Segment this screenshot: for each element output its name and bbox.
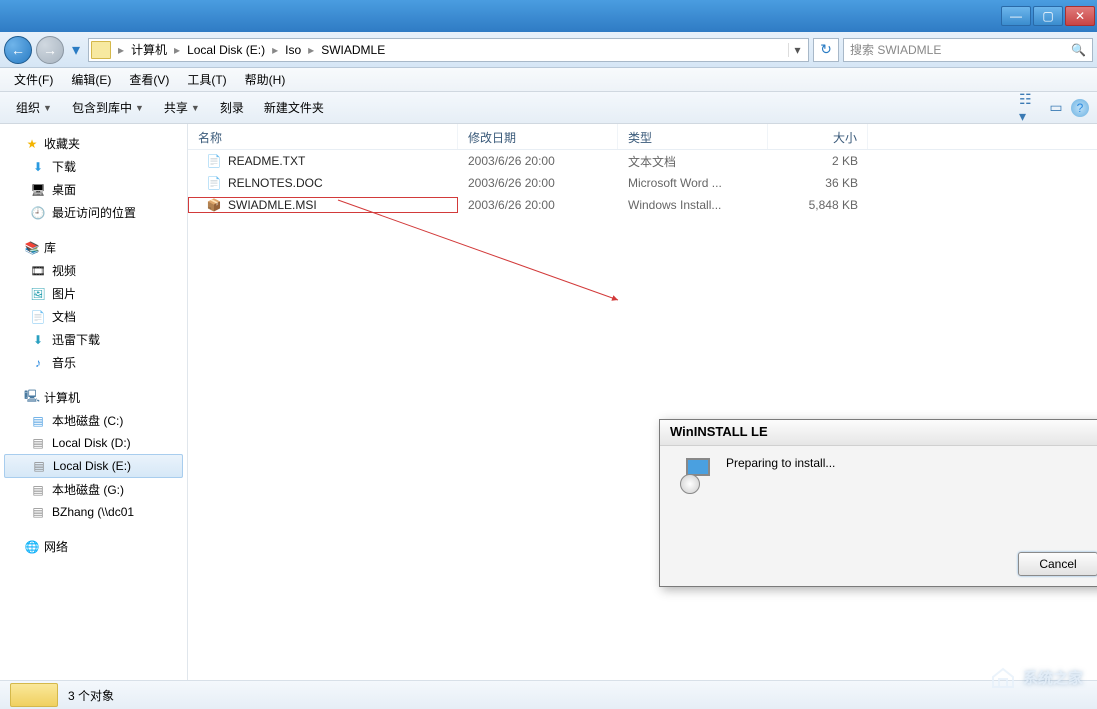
organize-button[interactable]: 组织▼: [8, 96, 60, 119]
download-icon: [30, 159, 46, 175]
tree-drive-e[interactable]: Local Disk (E:): [4, 454, 183, 478]
column-type[interactable]: 类型: [618, 124, 768, 149]
thunder-icon: [30, 332, 46, 348]
breadcrumb-computer[interactable]: 计算机: [127, 41, 171, 58]
watermark: 系统之家: [989, 665, 1083, 689]
history-dropdown[interactable]: ▾: [68, 40, 84, 60]
search-input[interactable]: 搜索 SWIADMLE 🔍: [843, 38, 1093, 62]
back-button[interactable]: ←: [4, 36, 32, 64]
include-library-button[interactable]: 包含到库中▼: [64, 96, 152, 119]
menu-bar: 文件(F) 编辑(E) 查看(V) 工具(T) 帮助(H): [0, 68, 1097, 92]
command-toolbar: 组织▼ 包含到库中▼ 共享▼ 刻录 新建文件夹 ☷ ▾ ▭ ?: [0, 92, 1097, 124]
search-icon: 🔍: [1071, 43, 1086, 57]
menu-file[interactable]: 文件(F): [6, 69, 61, 90]
tree-drive-network[interactable]: BZhang (\\dc01: [0, 501, 187, 523]
address-dropdown[interactable]: ▾: [788, 43, 806, 57]
file-row[interactable]: RELNOTES.DOC 2003/6/26 20:00 Microsoft W…: [188, 172, 1097, 194]
drive-icon: [30, 413, 46, 429]
share-button[interactable]: 共享▼: [156, 96, 208, 119]
chevron-right-icon[interactable]: ▸: [115, 43, 127, 57]
install-dialog: WinINSTALL LE Preparing to install... Ca…: [659, 419, 1097, 587]
drive-icon: [30, 435, 46, 451]
menu-view[interactable]: 查看(V): [121, 69, 177, 90]
navigation-tree: 收藏夹 下载 桌面 最近访问的位置 库 视频 图片 文档 迅雷下载 音乐 计算机…: [0, 124, 188, 680]
computer-icon: [24, 390, 40, 406]
word-file-icon: [206, 175, 222, 191]
text-file-icon: [206, 153, 222, 169]
file-rows: README.TXT 2003/6/26 20:00 文本文档 2 KB REL…: [188, 150, 1097, 216]
chevron-right-icon[interactable]: ▸: [305, 43, 317, 57]
menu-help[interactable]: 帮助(H): [237, 69, 294, 90]
navigation-bar: ← → ▾ ▸ 计算机 ▸ Local Disk (E:) ▸ Iso ▸ SW…: [0, 32, 1097, 68]
folder-icon: [91, 41, 111, 59]
tree-recent[interactable]: 最近访问的位置: [0, 201, 187, 224]
refresh-button[interactable]: ↻: [813, 38, 839, 62]
column-name[interactable]: 名称: [188, 124, 458, 149]
help-button[interactable]: ?: [1071, 99, 1089, 117]
desktop-icon: [30, 182, 46, 198]
cancel-button[interactable]: Cancel: [1018, 552, 1097, 576]
address-bar[interactable]: ▸ 计算机 ▸ Local Disk (E:) ▸ Iso ▸ SWIADMLE…: [88, 38, 809, 62]
file-list-area: 名称 修改日期 类型 大小 README.TXT 2003/6/26 20:00…: [188, 124, 1097, 680]
breadcrumb-swiadmle[interactable]: SWIADMLE: [317, 43, 389, 57]
search-placeholder: 搜索 SWIADMLE: [850, 41, 941, 58]
column-size[interactable]: 大小: [768, 124, 868, 149]
view-options-button[interactable]: ☷ ▾: [1019, 97, 1041, 119]
drive-icon: [31, 458, 47, 474]
tree-drive-g[interactable]: 本地磁盘 (G:): [0, 478, 187, 501]
new-folder-button[interactable]: 新建文件夹: [256, 96, 332, 119]
content-area: 收藏夹 下载 桌面 最近访问的位置 库 视频 图片 文档 迅雷下载 音乐 计算机…: [0, 124, 1097, 680]
breadcrumb-drive[interactable]: Local Disk (E:): [183, 43, 269, 57]
burn-button[interactable]: 刻录: [212, 96, 252, 119]
tree-music[interactable]: 音乐: [0, 351, 187, 374]
tree-drive-d[interactable]: Local Disk (D:): [0, 432, 187, 454]
tree-favorites[interactable]: 收藏夹: [0, 132, 187, 155]
status-folder-icon: [10, 683, 58, 707]
status-count: 3 个对象: [68, 687, 114, 704]
tree-libraries[interactable]: 库: [0, 236, 187, 259]
installer-icon: [676, 456, 716, 496]
breadcrumb-iso[interactable]: Iso: [281, 43, 305, 57]
maximize-button[interactable]: ▢: [1033, 6, 1063, 26]
tree-pictures[interactable]: 图片: [0, 282, 187, 305]
drive-icon: [30, 504, 46, 520]
window-titlebar: — ▢ ✕: [0, 0, 1097, 32]
tree-desktop[interactable]: 桌面: [0, 178, 187, 201]
tree-thunder-download[interactable]: 迅雷下载: [0, 328, 187, 351]
close-button[interactable]: ✕: [1065, 6, 1095, 26]
tree-network[interactable]: 网络: [0, 535, 187, 558]
library-icon: [24, 240, 40, 256]
column-headers: 名称 修改日期 类型 大小: [188, 124, 1097, 150]
tree-downloads[interactable]: 下载: [0, 155, 187, 178]
drive-icon: [30, 482, 46, 498]
dialog-title: WinINSTALL LE: [660, 420, 1097, 446]
tree-videos[interactable]: 视频: [0, 259, 187, 282]
forward-button[interactable]: →: [36, 36, 64, 64]
menu-tools[interactable]: 工具(T): [179, 69, 234, 90]
tree-computer[interactable]: 计算机: [0, 386, 187, 409]
minimize-button[interactable]: —: [1001, 6, 1031, 26]
menu-edit[interactable]: 编辑(E): [63, 69, 119, 90]
tree-documents[interactable]: 文档: [0, 305, 187, 328]
video-icon: [30, 263, 46, 279]
msi-file-icon: [206, 197, 222, 213]
annotation-arrow: [328, 190, 688, 440]
chevron-right-icon[interactable]: ▸: [171, 43, 183, 57]
chevron-right-icon[interactable]: ▸: [269, 43, 281, 57]
recent-icon: [30, 205, 46, 221]
picture-icon: [30, 286, 46, 302]
dialog-message: Preparing to install...: [726, 456, 835, 496]
music-icon: [30, 355, 46, 371]
status-bar: 3 个对象: [0, 680, 1097, 709]
star-icon: [24, 136, 40, 152]
file-row-highlighted[interactable]: SWIADMLE.MSI 2003/6/26 20:00 Windows Ins…: [188, 194, 1097, 216]
file-row[interactable]: README.TXT 2003/6/26 20:00 文本文档 2 KB: [188, 150, 1097, 172]
document-icon: [30, 309, 46, 325]
column-date[interactable]: 修改日期: [458, 124, 618, 149]
network-icon: [24, 539, 40, 555]
tree-drive-c[interactable]: 本地磁盘 (C:): [0, 409, 187, 432]
preview-pane-button[interactable]: ▭: [1045, 97, 1067, 119]
